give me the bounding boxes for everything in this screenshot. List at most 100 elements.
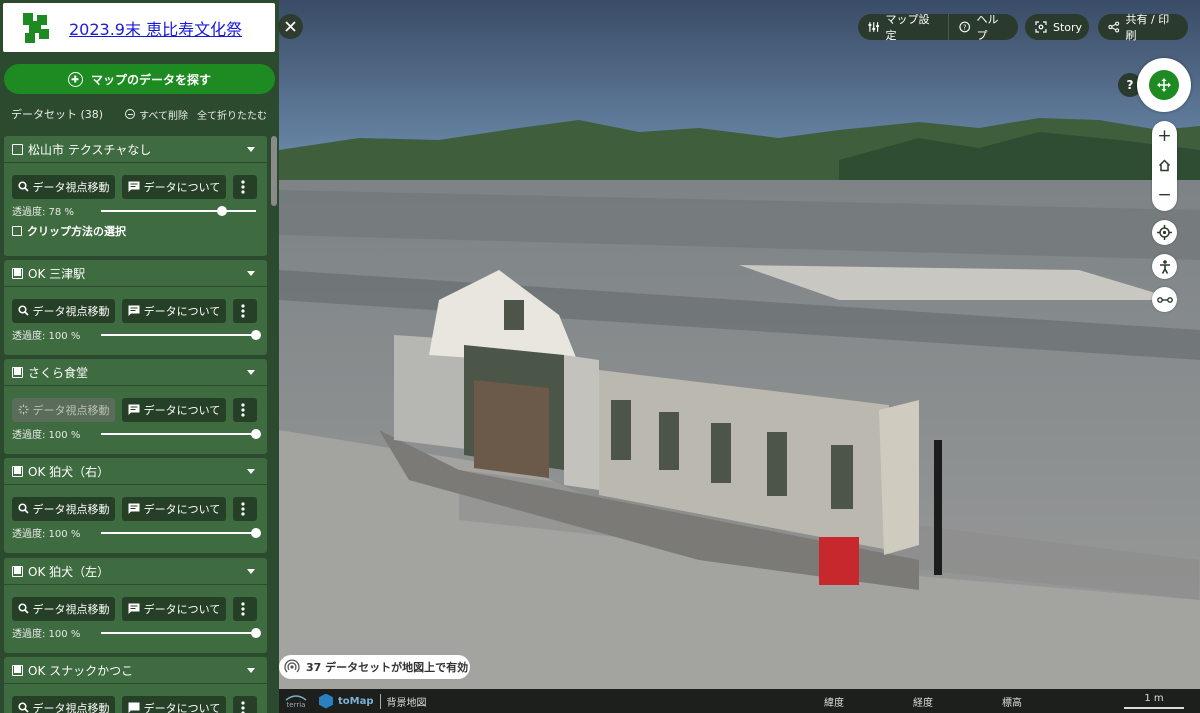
dataset-item: OK 三津駅 データ視点移動 データについて 透過度: 100 % xyxy=(4,260,267,355)
info-message-icon xyxy=(128,702,140,713)
opacity-slider[interactable] xyxy=(101,628,261,638)
map-viewer[interactable] xyxy=(279,0,1200,713)
more-options-button[interactable] xyxy=(233,397,257,422)
scale-bar xyxy=(1124,707,1184,709)
opacity-label: 透過度: 100 % xyxy=(12,628,81,640)
dataset-header[interactable]: OK 三津駅 xyxy=(4,260,267,287)
3d-scene xyxy=(279,0,1200,713)
opacity-slider[interactable] xyxy=(101,330,261,340)
pedestrian-mode-button[interactable] xyxy=(1152,254,1177,279)
dataset-item: 松山市 テクスチャなし データ視点移動 データについて 透過度: 78 % クリ… xyxy=(4,136,267,256)
terria-logo[interactable]: terria xyxy=(283,694,309,709)
compass-center[interactable] xyxy=(1149,70,1179,100)
tomap-logo[interactable]: toMap xyxy=(319,693,374,709)
close-panel-button[interactable] xyxy=(278,14,303,39)
about-data-label: データについて xyxy=(143,403,221,417)
brand-title-link[interactable]: 2023.9末 恵比寿文化祭 xyxy=(69,16,242,40)
dataset-checkbox[interactable] xyxy=(12,143,23,155)
opacity-slider[interactable] xyxy=(101,528,261,538)
dataset-header[interactable]: OK 狛犬（右） xyxy=(4,458,267,485)
dataset-checkbox[interactable] xyxy=(12,565,23,577)
dataset-header[interactable]: さくら食堂 xyxy=(4,359,267,386)
about-data-button[interactable]: データについて xyxy=(122,298,226,323)
opacity-slider-thumb[interactable] xyxy=(251,330,261,340)
more-options-button[interactable] xyxy=(233,695,257,713)
about-data-button[interactable]: データについて xyxy=(122,596,226,621)
zoom-to-data-button[interactable]: データ視点移動 xyxy=(12,695,115,713)
more-options-button[interactable] xyxy=(233,174,257,199)
sliders-icon xyxy=(868,22,880,32)
opacity-slider-thumb[interactable] xyxy=(251,429,261,439)
chevron-down-icon[interactable] xyxy=(247,270,255,276)
zoom-to-data-button[interactable]: データ視点移動 xyxy=(12,397,115,422)
dataset-item: さくら食堂 データ視点移動 データについて 透過度: 100 % xyxy=(4,359,267,454)
zoom-in-button[interactable]: + xyxy=(1157,128,1171,145)
opacity-row: 透過度: 100 % xyxy=(4,622,267,642)
opacity-slider[interactable] xyxy=(101,429,261,439)
clip-label: クリップ方法の選択 xyxy=(27,225,126,238)
about-data-button[interactable]: データについて xyxy=(122,695,226,713)
search-icon xyxy=(17,181,29,192)
my-location-button[interactable] xyxy=(1152,220,1177,245)
help-circle-icon: ? xyxy=(959,21,971,33)
broadcast-icon xyxy=(284,659,300,673)
chevron-down-icon[interactable] xyxy=(247,146,255,152)
opacity-slider[interactable] xyxy=(101,206,256,216)
zoom-to-data-button[interactable]: データ視点移動 xyxy=(12,596,115,621)
more-options-button[interactable] xyxy=(233,496,257,521)
about-data-button[interactable]: データについて xyxy=(122,174,226,199)
dataset-header[interactable]: 松山市 テクスチャなし xyxy=(4,136,267,163)
help-button[interactable]: ? ヘルプ xyxy=(949,13,1018,42)
zoom-to-data-label: データ視点移動 xyxy=(32,502,110,516)
workbench-scrollbar[interactable] xyxy=(271,136,277,206)
chevron-down-icon[interactable] xyxy=(247,568,255,574)
about-data-button[interactable]: データについて xyxy=(122,397,226,422)
about-data-button[interactable]: データについて xyxy=(122,496,226,521)
basemap-credit[interactable]: 背景地図 xyxy=(379,693,427,709)
zoom-to-data-button[interactable]: データ視点移動 xyxy=(12,174,115,199)
dataset-header[interactable]: OK 狛犬（左） xyxy=(4,558,267,585)
map-settings-button[interactable]: マップ設定 xyxy=(858,13,948,42)
about-data-label: データについて xyxy=(143,701,221,713)
zoom-to-data-label: データ視点移動 xyxy=(32,602,110,616)
zoom-to-data-button[interactable]: データ視点移動 xyxy=(12,496,115,521)
dataset-checkbox[interactable] xyxy=(12,267,23,279)
zoom-controls: + − xyxy=(1152,121,1177,211)
scale-label: 1 m xyxy=(1144,693,1164,704)
tomap-hex-icon xyxy=(319,693,333,709)
opacity-label: 透過度: 100 % xyxy=(12,330,81,342)
share-print-button[interactable]: 共有 / 印刷 xyxy=(1098,13,1188,42)
dataset-checkbox[interactable] xyxy=(12,366,23,378)
clip-option[interactable]: クリップ方法の選択 xyxy=(4,220,267,242)
zoom-out-button[interactable]: − xyxy=(1157,186,1171,204)
datasets-shown-badge[interactable]: 37 データセットが地図上で有効 xyxy=(279,655,470,679)
opacity-slider-thumb[interactable] xyxy=(251,628,261,638)
dataset-checkbox[interactable] xyxy=(12,465,23,477)
info-message-icon xyxy=(128,603,140,614)
more-options-button[interactable] xyxy=(233,596,257,621)
dataset-checkbox[interactable] xyxy=(12,664,23,676)
kebab-menu-icon xyxy=(241,303,245,318)
dataset-item: OK 狛犬（右） データ視点移動 データについて 透過度: 100 % xyxy=(4,458,267,553)
measure-tool-button[interactable] xyxy=(1152,287,1177,312)
clip-checkbox[interactable] xyxy=(12,226,22,236)
kebab-menu-icon xyxy=(241,402,245,417)
story-button[interactable]: Story xyxy=(1025,14,1089,40)
collapse-all-button[interactable]: 全て折りたたむ xyxy=(197,107,267,122)
compass[interactable] xyxy=(1137,58,1191,112)
dataset-header[interactable]: OK スナックかつこ xyxy=(4,657,267,684)
dataset-title: OK スナックかつこ xyxy=(28,663,134,678)
opacity-slider-thumb[interactable] xyxy=(216,206,227,216)
more-options-button[interactable] xyxy=(233,298,257,323)
opacity-slider-thumb[interactable] xyxy=(251,528,261,538)
chevron-down-icon[interactable] xyxy=(247,468,255,474)
add-data-button[interactable]: マップのデータを探す xyxy=(4,64,275,94)
remove-all-button[interactable]: すべて削除 xyxy=(125,107,188,122)
chevron-down-icon[interactable] xyxy=(247,369,255,375)
opacity-label: 透過度: 78 % xyxy=(12,206,74,218)
chevron-down-icon[interactable] xyxy=(247,667,255,673)
datasets-shown-label: 37 データセットが地図上で有効 xyxy=(306,661,469,674)
zoom-to-data-label: データ視点移動 xyxy=(32,180,110,194)
home-icon[interactable] xyxy=(1158,159,1171,172)
zoom-to-data-button[interactable]: データ視点移動 xyxy=(12,298,115,323)
